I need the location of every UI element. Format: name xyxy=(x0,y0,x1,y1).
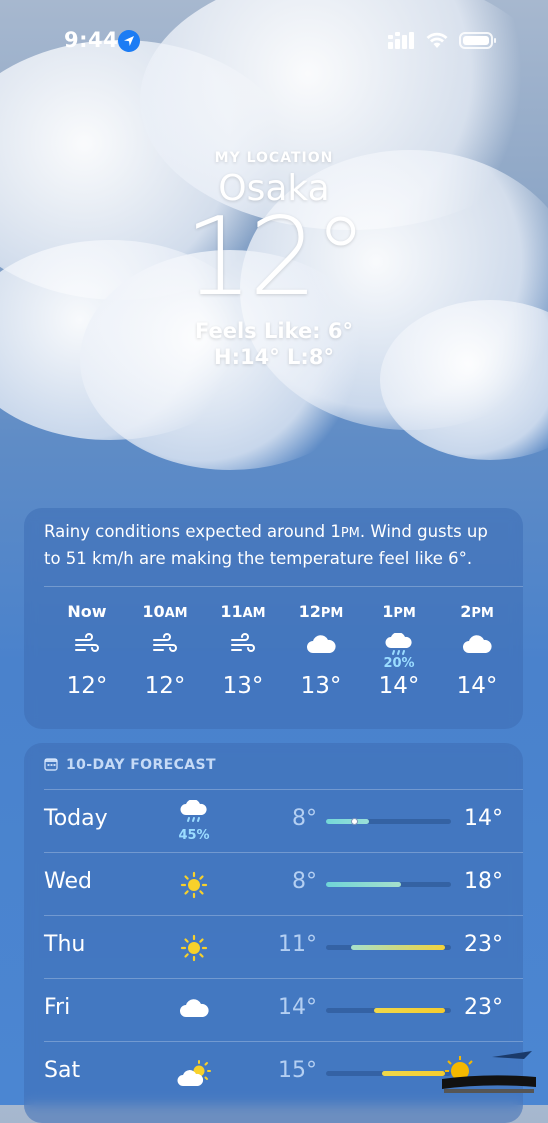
hour-item: 3P 13 xyxy=(516,602,523,699)
status-bar: 9:44 xyxy=(0,26,548,56)
temp-range-bar xyxy=(326,882,451,887)
cloud-icon xyxy=(282,631,360,665)
hour-item: 12PM 13° xyxy=(282,602,360,699)
hour-temp: 14° xyxy=(456,673,498,699)
partly-sunny-icon xyxy=(174,1052,214,1092)
hour-item: Now 12° xyxy=(48,602,126,699)
wind-icon xyxy=(126,631,204,665)
hourly-strip[interactable]: Now 12° 10AM 12° 11AM 13° 12PM 13° 1PM 20% 14° 2PM 1… xyxy=(24,602,523,722)
temp-range-bar xyxy=(326,818,451,825)
day-low: 14° xyxy=(278,995,317,1020)
day-name: Sat xyxy=(44,1058,81,1083)
hourly-forecast-card[interactable]: Rainy conditions expected around 1PM. Wi… xyxy=(24,508,523,729)
precip-chance: 45% xyxy=(178,828,210,843)
hour-label: 12PM xyxy=(298,602,344,621)
hour-temp: 12° xyxy=(66,673,108,699)
precip-chance: 20% xyxy=(383,656,415,671)
forecast-row[interactable]: Fri 14° 23° xyxy=(24,979,523,1041)
hour-label: 10AM xyxy=(142,602,188,621)
forecast-row[interactable]: Today 45% 8° 14° xyxy=(24,790,523,852)
hour-label: 11AM xyxy=(220,602,266,621)
battery-icon xyxy=(459,32,496,49)
forecast-row[interactable]: Wed 8° 18° xyxy=(24,853,523,915)
hour-label: 3P xyxy=(516,602,523,621)
my-location-label: MY LOCATION xyxy=(214,150,334,166)
calendar-icon xyxy=(44,758,58,771)
forecast-header: 10-DAY FORECAST xyxy=(44,757,216,773)
day-name: Wed xyxy=(44,869,92,894)
location-arrow-icon xyxy=(118,30,140,52)
temp-range-fill xyxy=(351,945,445,950)
high-low: H:14° L:8° xyxy=(214,345,334,369)
hour-temp: 12° xyxy=(144,673,186,699)
day-low: 15° xyxy=(278,1058,317,1083)
hour-item: 2PM 14° xyxy=(438,602,516,699)
hour-label: Now xyxy=(67,602,107,621)
hour-temp: 13 xyxy=(516,673,523,699)
conditions-summary: Rainy conditions expected around 1PM. Wi… xyxy=(44,522,488,568)
rain-cloud-icon: 20% xyxy=(360,631,438,671)
watermark-logo xyxy=(442,1051,536,1093)
hour-temp: 13° xyxy=(222,673,264,699)
hour-temp: 13° xyxy=(300,673,342,699)
forecast-row[interactable]: Thu 11° 23° xyxy=(24,916,523,978)
temp-range-bar xyxy=(326,945,451,950)
wind-icon xyxy=(48,631,126,665)
day-high: 14° xyxy=(464,806,503,831)
cloud-icon xyxy=(174,989,214,1029)
day-low: 11° xyxy=(278,932,317,957)
temp-range-bar xyxy=(326,1008,451,1013)
current-weather: MY LOCATION Osaka 12° Feels Like: 6° H:1… xyxy=(0,150,548,369)
sun-icon xyxy=(174,863,214,903)
hour-temp: 14° xyxy=(378,673,420,699)
feels-like: Feels Like: 6° xyxy=(194,319,354,343)
temp-range-fill xyxy=(326,882,401,887)
day-low: 8° xyxy=(292,869,317,894)
hour-item: 10AM 12° xyxy=(126,602,204,699)
cellular-signal-icon xyxy=(388,32,414,49)
current-temperature: 12° xyxy=(184,195,367,320)
day-name: Thu xyxy=(44,932,86,957)
wifi-icon xyxy=(426,32,448,48)
day-name: Fri xyxy=(44,995,71,1020)
divider xyxy=(44,586,523,587)
day-low: 8° xyxy=(292,806,317,831)
temp-range-fill xyxy=(373,1008,445,1013)
cloud-icon xyxy=(516,631,523,665)
wind-icon xyxy=(204,631,282,665)
day-high: 23° xyxy=(464,995,503,1020)
sun-icon xyxy=(174,926,214,966)
current-temp-dot xyxy=(350,818,358,825)
hour-item: 1PM 20% 14° xyxy=(360,602,438,699)
day-high: 23° xyxy=(464,932,503,957)
hour-item: 11AM 13° xyxy=(204,602,282,699)
hour-label: 1PM xyxy=(382,602,416,621)
hour-label: 2PM xyxy=(460,602,494,621)
day-name: Today xyxy=(44,806,108,831)
cloud-icon xyxy=(438,631,516,665)
day-high: 18° xyxy=(464,869,503,894)
temp-range-fill xyxy=(326,819,369,824)
status-time: 9:44 xyxy=(64,28,119,52)
